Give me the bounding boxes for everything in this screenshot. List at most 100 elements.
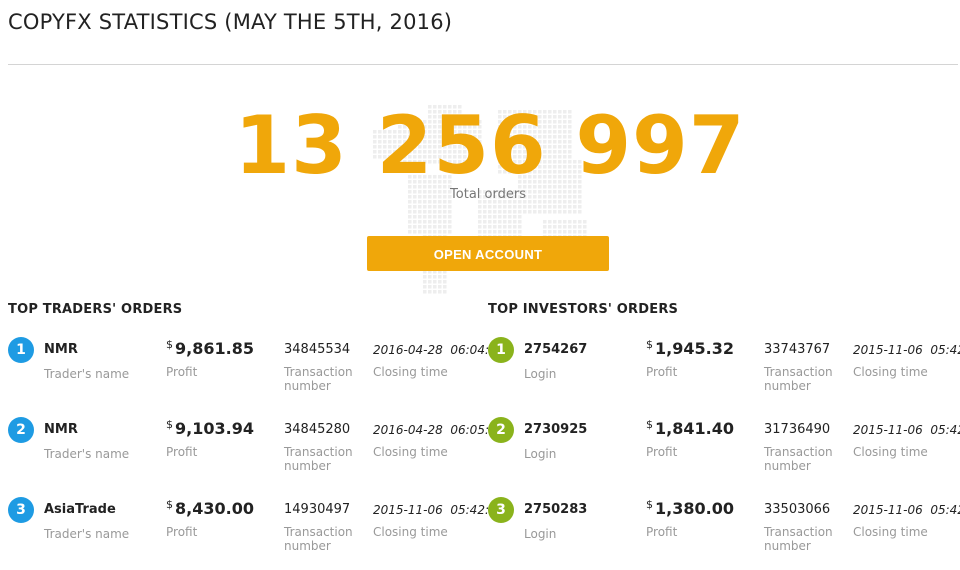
profit-cell: $8,430.00 Profit (166, 497, 276, 539)
transaction-cell: 33503066 Transaction number (764, 497, 844, 553)
trader-row: 3 AsiaTrade Trader's name $8,430.00 Profit 14… (8, 497, 504, 567)
closing-time: 2015-11-06 05:42:25 (853, 343, 960, 357)
page-title-main: COPYFX STATISTICS (8, 10, 218, 34)
trader-name-cell: NMR Trader's name (44, 417, 154, 461)
currency-symbol: $ (646, 338, 653, 351)
closing-time-cell: 2016-04-28 06:05:01 Closing time (373, 417, 505, 459)
trader-name[interactable]: NMR (44, 417, 154, 443)
total-orders-value: 13 256 997 (234, 99, 746, 192)
transaction-cell: 34845280 Transaction number (284, 417, 364, 473)
field-label: Transaction number (284, 365, 353, 393)
field-label: Login (524, 447, 557, 461)
currency-symbol: $ (166, 418, 173, 431)
top-traders-title: TOP TRADERS' ORDERS (8, 302, 183, 317)
currency-symbol: $ (646, 418, 653, 431)
field-label: Profit (646, 365, 678, 379)
field-label: Closing time (373, 445, 448, 459)
currency-symbol: $ (646, 498, 653, 511)
page-title: COPYFX STATISTICS (MAY THE 5TH, 2016) (8, 10, 452, 34)
field-label: Transaction number (764, 365, 833, 393)
header-divider (8, 64, 958, 65)
profit-value: $8,430.00 (166, 493, 276, 521)
trader-name[interactable]: NMR (44, 337, 154, 363)
rank-badge: 3 (488, 497, 514, 523)
field-label: Transaction number (764, 445, 833, 473)
field-label: Profit (166, 445, 198, 459)
closing-time: 2015-11-06 05:42:25 (853, 423, 960, 437)
login-value[interactable]: 2754267 (524, 337, 634, 363)
closing-time: 2015-11-06 05:42:25 (373, 503, 505, 517)
field-label: Profit (646, 525, 678, 539)
transaction-number: 33743767 (764, 342, 831, 357)
login-value[interactable]: 2750283 (524, 497, 634, 523)
field-label: Transaction number (284, 445, 353, 473)
transaction-cell: 31736490 Transaction number (764, 417, 844, 473)
profit-value: $1,841.40 (646, 413, 756, 441)
transaction-number: 34845280 (284, 422, 351, 437)
open-account-button[interactable]: OPEN ACCOUNT (367, 236, 609, 271)
transaction-number: 31736490 (764, 422, 831, 437)
field-label: Closing time (373, 525, 448, 539)
profit-cell: $1,945.32 Profit (646, 337, 756, 379)
total-orders-label: Total orders (450, 187, 526, 202)
profit-amount: 1,945.32 (655, 339, 734, 358)
closing-time: 2016-04-28 06:05:01 (373, 423, 505, 437)
field-label: Transaction number (764, 525, 833, 553)
trader-row: 2 NMR Trader's name $9,103.94 Profit 34845280… (8, 417, 504, 487)
profit-amount: 9,103.94 (175, 419, 254, 438)
login-value[interactable]: 2730925 (524, 417, 634, 443)
profit-amount: 9,861.85 (175, 339, 254, 358)
field-label: Login (524, 527, 557, 541)
currency-symbol: $ (166, 498, 173, 511)
rank-badge: 1 (8, 337, 34, 363)
closing-time-cell: 2015-11-06 05:42:25 Closing time (373, 497, 505, 539)
rank-badge: 1 (488, 337, 514, 363)
rank-badge: 3 (8, 497, 34, 523)
closing-time-cell: 2016-04-28 06:04:55 Closing time (373, 337, 505, 379)
login-cell: 2754267 Login (524, 337, 634, 381)
investor-row: 3 2750283 Login $1,380.00 Profit 33503066 Tran… (488, 497, 960, 567)
currency-symbol: $ (166, 338, 173, 351)
trader-name-cell: AsiaTrade Trader's name (44, 497, 154, 541)
login-cell: 2730925 Login (524, 417, 634, 461)
field-label: Closing time (853, 525, 928, 539)
closing-time-cell: 2015-11-06 05:42:25 Closing time (853, 497, 960, 539)
rank-badge: 2 (8, 417, 34, 443)
investor-row: 1 2754267 Login $1,945.32 Profit 33743767 Tran… (488, 337, 960, 407)
profit-cell: $1,380.00 Profit (646, 497, 756, 539)
field-label: Trader's name (44, 527, 130, 541)
field-label: Login (524, 367, 557, 381)
field-label: Closing time (373, 365, 448, 379)
transaction-cell: 33743767 Transaction number (764, 337, 844, 393)
field-label: Profit (166, 525, 198, 539)
trader-name-cell: NMR Trader's name (44, 337, 154, 381)
top-investors-title: TOP INVESTORS' ORDERS (488, 302, 679, 317)
trader-name[interactable]: AsiaTrade (44, 497, 154, 523)
transaction-number: 33503066 (764, 502, 831, 517)
profit-cell: $9,103.94 Profit (166, 417, 276, 459)
transaction-cell: 34845534 Transaction number (284, 337, 364, 393)
investor-row: 2 2730925 Login $1,841.40 Profit 31736490 Tran… (488, 417, 960, 487)
profit-amount: 1,841.40 (655, 419, 734, 438)
closing-time: 2016-04-28 06:04:55 (373, 343, 505, 357)
profit-amount: 8,430.00 (175, 499, 254, 518)
login-cell: 2750283 Login (524, 497, 634, 541)
transaction-cell: 14930497 Transaction number (284, 497, 364, 553)
field-label: Closing time (853, 445, 928, 459)
profit-cell: $9,861.85 Profit (166, 337, 276, 379)
closing-time: 2015-11-06 05:42:25 (853, 503, 960, 517)
rank-badge: 2 (488, 417, 514, 443)
closing-time-cell: 2015-11-06 05:42:25 Closing time (853, 417, 960, 459)
transaction-number: 34845534 (284, 342, 351, 357)
field-label: Closing time (853, 365, 928, 379)
profit-cell: $1,841.40 Profit (646, 417, 756, 459)
transaction-number: 14930497 (284, 502, 351, 517)
field-label: Trader's name (44, 367, 130, 381)
profit-amount: 1,380.00 (655, 499, 734, 518)
page-title-date: (MAY THE 5TH, 2016) (224, 10, 453, 34)
field-label: Transaction number (284, 525, 353, 553)
profit-value: $1,945.32 (646, 333, 756, 361)
trader-row: 1 NMR Trader's name $9,861.85 Profit 34845534… (8, 337, 504, 407)
field-label: Profit (646, 445, 678, 459)
profit-value: $9,861.85 (166, 333, 276, 361)
